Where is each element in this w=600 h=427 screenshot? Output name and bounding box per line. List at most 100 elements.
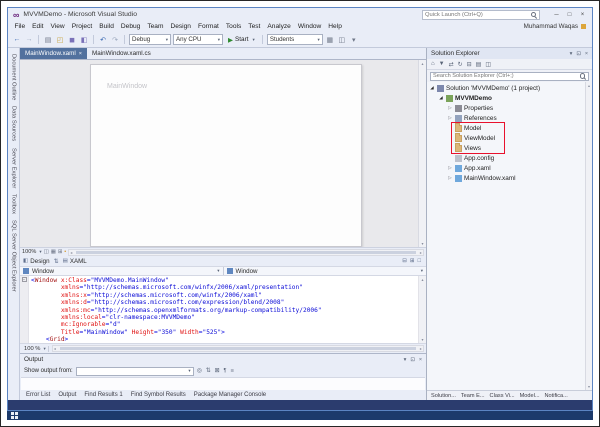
designer-horizontal-scrollbar[interactable]: ◂ ▸ [68, 249, 424, 256]
output-content[interactable] [21, 377, 425, 390]
code-line[interactable]: xmlns="http://schemas.microsoft.com/winf… [31, 284, 418, 291]
menu-file[interactable]: File [11, 23, 29, 30]
close-icon[interactable]: × [585, 51, 588, 57]
scroll-left-icon[interactable]: ◂ [70, 250, 72, 255]
menu-help[interactable]: Help [325, 23, 346, 30]
scrollbar-thumb[interactable] [60, 347, 416, 350]
solution-configurations-combo[interactable]: Debug▾ [129, 34, 171, 45]
tree-item-mainwindow-xaml[interactable]: ▷MainWindow.xaml [427, 173, 592, 183]
tree-item-model[interactable]: Model [427, 123, 592, 133]
designer-vertical-scrollbar[interactable]: ▴ ▾ [418, 60, 426, 247]
save-all-icon[interactable]: ◧ [79, 36, 89, 44]
menu-team[interactable]: Team [144, 23, 167, 30]
collapsed-arrow-icon[interactable]: ▷ [447, 165, 453, 171]
scroll-up-icon[interactable]: ▴ [588, 83, 590, 88]
document-tab-mainwindow-xaml-cs[interactable]: MainWindow.xaml.cs [87, 48, 156, 59]
code-line[interactable]: <Window x:Class="MVVMDemo.MainWindow" [31, 277, 418, 284]
collapse-region-icon[interactable]: − [22, 277, 27, 282]
side-tab-sql-server-object-explorer[interactable]: SQL Server Object Explorer [11, 220, 17, 292]
panel-tab-find-symbol-results[interactable]: Find Symbol Results [128, 392, 189, 398]
grid-toggle-icon[interactable]: ▦ [51, 249, 56, 255]
xaml-code-editor[interactable]: − <Window x:Class="MVVMDemo.MainWindow" … [20, 276, 426, 343]
scrollbar-thumb[interactable] [76, 251, 416, 254]
explorer-tab-class-vi[interactable]: Class Vi... [488, 393, 517, 399]
profile-combo[interactable]: Students▾ [267, 34, 323, 45]
tree-item-references[interactable]: ▷References [427, 113, 592, 123]
side-tab-document-outline[interactable]: Document Outline [11, 54, 17, 100]
menu-build[interactable]: Build [96, 23, 118, 30]
close-icon[interactable]: × [419, 357, 422, 363]
editor-vertical-scrollbar[interactable]: ▴ ▾ [418, 276, 426, 343]
scroll-right-icon[interactable]: ▸ [420, 346, 422, 351]
menu-project[interactable]: Project [68, 23, 96, 30]
start-debug-button[interactable]: ▶Start▾ [225, 36, 258, 44]
expanded-arrow-icon[interactable]: ◢ [438, 95, 444, 101]
search-box[interactable] [430, 72, 589, 81]
breadcrumb-right[interactable]: Window ▾ [223, 267, 427, 275]
menu-window[interactable]: Window [294, 23, 324, 30]
panel-tab-find-results-1[interactable]: Find Results 1 [81, 392, 125, 398]
scroll-down-icon[interactable]: ▾ [421, 337, 423, 342]
maximize-button[interactable]: □ [563, 9, 576, 21]
title-bar[interactable]: ∞ MVVMDemo - Microsoft Visual Studio ─ □… [8, 8, 592, 21]
messages-nav-icon[interactable]: ⇅ [206, 368, 211, 374]
editor-horizontal-scrollbar[interactable]: ◂ ▸ [52, 345, 424, 352]
collapsed-arrow-icon[interactable]: ▷ [447, 115, 453, 121]
code-area[interactable]: <Window x:Class="MVVMDemo.MainWindow" xm… [29, 276, 418, 343]
menu-edit[interactable]: Edit [29, 23, 47, 30]
side-tab-server-explorer[interactable]: Server Explorer [11, 148, 17, 188]
output-header[interactable]: Output ▾⊡× [20, 354, 426, 365]
code-line[interactable]: <Grid> [31, 336, 418, 343]
solution-search-input[interactable] [433, 73, 578, 79]
vertical-split-icon[interactable]: ⊞ [410, 258, 415, 264]
find-message-icon[interactable]: ◎ [197, 368, 202, 374]
design-preview-window[interactable]: MainWindow [90, 64, 362, 247]
pin-icon[interactable]: ⊡ [576, 51, 581, 57]
solution-explorer-scrollbar[interactable]: ▴ ▾ [585, 82, 592, 390]
explorer-tab-model[interactable]: Model... [518, 393, 542, 399]
panel-tab-error-list[interactable]: Error List [23, 392, 53, 398]
scroll-right-icon[interactable]: ▸ [420, 250, 422, 255]
panel-tab-output[interactable]: Output [55, 392, 79, 398]
navigate-forward-icon[interactable]: → [24, 36, 34, 43]
explorer-tab-team-e[interactable]: Team E... [459, 393, 487, 399]
side-tab-toolbox[interactable]: Toolbox [11, 194, 17, 214]
toggle-list-icon[interactable]: ≡ [231, 368, 234, 374]
preview-selected-items-icon[interactable]: ◫ [485, 61, 491, 68]
output-source-combo[interactable]: ▾ [76, 367, 194, 376]
collapsed-arrow-icon[interactable]: ▷ [447, 105, 453, 111]
open-file-icon[interactable]: ◰ [55, 36, 65, 44]
side-tab-data-sources[interactable]: Data Sources [11, 106, 17, 141]
pin-icon[interactable]: ⊡ [410, 357, 415, 363]
document-tab-mainwindow-xaml[interactable]: MainWindow.xaml× [20, 48, 87, 59]
properties-icon[interactable]: ▤ [476, 61, 482, 68]
menu-analyze[interactable]: Analyze [264, 23, 294, 30]
window-position-icon[interactable]: ▾ [570, 51, 573, 57]
solution-platforms-combo[interactable]: Any CPU▾ [173, 34, 223, 45]
tree-item-mvvmdemo[interactable]: ◢MVVMDemo [427, 93, 592, 103]
save-icon[interactable]: ◼ [67, 36, 77, 44]
new-file-icon[interactable]: ▤ [43, 36, 53, 44]
toolbar-options-icon[interactable]: ▾ [349, 36, 359, 44]
code-line[interactable]: Title="MainWindow" Height="350" Width="5… [31, 329, 418, 336]
menu-tools[interactable]: Tools [222, 23, 244, 30]
tree-item-app-config[interactable]: App.config [427, 153, 592, 163]
breadcrumb-left[interactable]: Window ▾ [20, 267, 223, 275]
effects-toggle-icon[interactable]: ▪ [64, 249, 66, 255]
scroll-down-icon[interactable]: ▾ [588, 384, 590, 389]
menu-debug[interactable]: Debug [117, 23, 143, 30]
menu-view[interactable]: View [47, 23, 68, 30]
tree-item-app-xaml[interactable]: ▷App.xaml [427, 163, 592, 173]
code-line[interactable]: xmlns:local="clr-namespace:MVVMDemo" [31, 314, 418, 321]
explorer-tab-solution[interactable]: Solution... [429, 393, 458, 399]
undo-icon[interactable]: ↶ [98, 36, 108, 44]
horizontal-split-icon[interactable]: ⊟ [402, 258, 407, 264]
expand-pane-icon[interactable]: □ [418, 258, 421, 264]
scroll-left-icon[interactable]: ◂ [54, 346, 56, 351]
signed-in-user[interactable]: Muhammad Waqas [524, 23, 589, 30]
tree-item-viewmodel[interactable]: ViewModel [427, 133, 592, 143]
panel-tab-package-manager-console[interactable]: Package Manager Console [191, 392, 269, 398]
xaml-designer-surface[interactable]: MainWindow ▴ ▾ [20, 59, 426, 247]
refresh-icon[interactable]: ↻ [458, 61, 463, 68]
windows-start-button[interactable] [11, 412, 18, 419]
